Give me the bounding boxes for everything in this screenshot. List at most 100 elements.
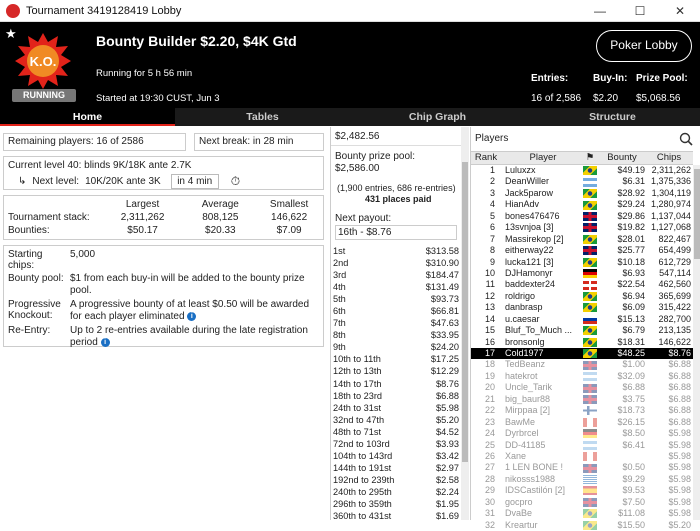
player-row[interactable]: 8 eitherway22 $25.77 654,499 <box>471 245 693 256</box>
player-name: eitherway22 <box>505 245 554 256</box>
flag-ch-icon <box>583 280 597 290</box>
player-row[interactable]: 7 Massirekop [2] $28.01 822,467 <box>471 234 693 245</box>
tab-home[interactable]: Home <box>0 108 175 126</box>
player-row[interactable]: 4 HianAdv $29.24 1,280,974 <box>471 199 693 210</box>
stopwatch-icon: ⏱ <box>230 174 241 188</box>
player-chips: $5.98 <box>668 439 691 450</box>
player-row[interactable]: 32 Kreartur $15.50 $5.20 <box>471 520 693 531</box>
stack-stats-box: Largest Average Smallest Tournament stac… <box>3 195 324 240</box>
player-chips: 213,135 <box>658 325 691 336</box>
player-row[interactable]: 13 danbrasp $6.09 315,422 <box>471 302 693 313</box>
player-row[interactable]: 25 DD-41185 $6.41 $5.98 <box>471 440 693 451</box>
search-icon[interactable] <box>679 132 693 146</box>
player-row[interactable]: 1 Luluxzx $49.19 2,311,262 <box>471 165 693 176</box>
player-chips: 1,137,044 <box>650 210 691 221</box>
player-chips: $6.88 <box>668 370 691 381</box>
player-row[interactable]: 11 baddexter24 $22.54 462,560 <box>471 279 693 290</box>
payout-row: 1st $313.58 <box>333 245 459 257</box>
reentry-label: Re-Entry: <box>8 325 51 336</box>
payout-amount: $17.25 <box>430 354 459 365</box>
player-rank: 24 <box>484 428 495 439</box>
payout-amount: $3.93 <box>436 438 459 449</box>
poker-lobby-button[interactable]: Poker Lobby <box>596 30 692 62</box>
player-row[interactable]: 17 Cold1977 $48.25 $8.76 <box>471 348 693 360</box>
player-row[interactable]: 24 Dyrbrcel $8.50 $5.98 <box>471 428 693 439</box>
stack-average: 808,125 <box>202 212 239 223</box>
maximize-button[interactable]: ☐ <box>620 0 660 22</box>
flag-gr-icon <box>583 475 597 485</box>
player-row[interactable]: 28 nikosss1988 $9.29 $5.98 <box>471 474 693 485</box>
player-row[interactable]: 15 Bluf_To_Much ... $6.79 213,135 <box>471 325 693 336</box>
player-name: BawMe <box>505 416 536 427</box>
player-row[interactable]: 14 u.caesar $15.13 282,700 <box>471 314 693 325</box>
player-chips: $5.98 <box>668 473 691 484</box>
tab-chip-graph[interactable]: Chip Graph <box>350 108 525 126</box>
prizes-scrollbar[interactable] <box>461 127 469 520</box>
payout-amount: $8.76 <box>436 378 459 389</box>
player-row[interactable]: 10 DJHamonyr $6.93 547,114 <box>471 268 693 279</box>
players-table-header: Rank Player ⚑ Bounty Chips <box>471 151 693 165</box>
payout-amount: $24.20 <box>430 342 459 353</box>
payout-amount: $33.95 <box>430 330 459 341</box>
info-icon[interactable]: i <box>100 337 110 347</box>
player-row[interactable]: 20 Uncle_Tarik $6.88 $6.88 <box>471 382 693 393</box>
country-flag-icon <box>581 497 599 508</box>
rank-column-header[interactable]: Rank <box>471 152 501 164</box>
payout-row: 14th to 17th $8.76 <box>333 378 459 390</box>
country-flag-icon <box>581 211 599 222</box>
flag-ar-icon <box>583 440 597 450</box>
player-row[interactable]: 16 bronsonlg $18.31 146,622 <box>471 337 693 348</box>
flag-br-icon <box>583 337 597 347</box>
close-button[interactable]: ✕ <box>660 0 700 22</box>
info-icon[interactable]: i <box>187 311 197 321</box>
player-row[interactable]: 6 13svnjoa [3] $19.82 1,127,068 <box>471 222 693 233</box>
player-row[interactable]: 22 Mirppaa [2] $18.73 $6.88 <box>471 405 693 416</box>
players-scrollbar[interactable] <box>693 165 700 520</box>
flag-column-header-icon[interactable]: ⚑ <box>581 152 599 164</box>
player-chips: $6.88 <box>668 382 691 393</box>
tab-structure[interactable]: Structure <box>525 108 700 126</box>
player-row[interactable]: 3 Jack5parow $28.92 1,304,119 <box>471 188 693 199</box>
payout-amount: $4.52 <box>436 426 459 437</box>
tab-tables[interactable]: Tables <box>175 108 350 126</box>
player-row[interactable]: 31 DvaBe $11.08 $5.98 <box>471 508 693 519</box>
player-row[interactable]: 27 1 LEN BONE ! $0.50 $5.98 <box>471 462 693 473</box>
flag-ar-icon <box>583 372 597 382</box>
payout-place: 3rd <box>333 270 347 281</box>
player-chips: 547,114 <box>659 267 691 278</box>
payout-row: 72nd to 103rd $3.93 <box>333 438 459 450</box>
payout-place: 240th to 295th <box>333 486 392 497</box>
player-column-header[interactable]: Player <box>501 152 581 164</box>
player-row[interactable]: 2 DeanWiller $6.31 1,375,336 <box>471 176 693 187</box>
payout-row: 240th to 295th $2.24 <box>333 486 459 498</box>
country-flag-icon <box>581 268 599 279</box>
player-chips: 1,375,336 <box>650 176 691 187</box>
player-row[interactable]: 18 TedBeanz $1.00 $6.88 <box>471 359 693 370</box>
player-bounty: $32.09 <box>617 370 645 381</box>
player-row[interactable]: 30 gocpro $7.50 $5.98 <box>471 497 693 508</box>
player-row[interactable]: 9 lucka121 [3] $10.18 612,729 <box>471 257 693 268</box>
country-flag-icon <box>581 428 599 439</box>
player-row[interactable]: 23 BawMe $26.15 $6.88 <box>471 417 693 428</box>
bounty-column-header[interactable]: Bounty <box>599 152 647 164</box>
player-row[interactable]: 12 roldrigo $6.94 365,699 <box>471 291 693 302</box>
player-row[interactable]: 26 Xane $5.98 <box>471 451 693 462</box>
payout-row: 9th $24.20 <box>333 341 459 353</box>
player-row[interactable]: 19 hatekrot $32.09 $6.88 <box>471 371 693 382</box>
country-flag-icon <box>581 417 599 428</box>
payout-row: 5th $93.73 <box>333 293 459 305</box>
player-chips: $5.98 <box>668 428 691 439</box>
player-row[interactable]: 21 big_baur88 $3.75 $6.88 <box>471 394 693 405</box>
next-level-time: in 4 min <box>170 174 219 189</box>
bounty-largest: $50.17 <box>127 225 158 236</box>
player-name: danbrasp <box>505 302 543 313</box>
flag-br-icon <box>583 234 597 244</box>
player-bounty: $1.00 <box>622 359 645 370</box>
player-row[interactable]: 29 IDSCastilón [2] $9.53 $5.98 <box>471 485 693 496</box>
minimize-button[interactable]: — <box>580 0 620 22</box>
payout-row: 7th $47.63 <box>333 317 459 329</box>
chips-column-header[interactable]: Chips <box>647 152 693 164</box>
payout-amount: $2.24 <box>436 486 459 497</box>
player-row[interactable]: 5 bones476476 $29.86 1,137,044 <box>471 211 693 222</box>
player-bounty: $15.13 <box>617 313 645 324</box>
